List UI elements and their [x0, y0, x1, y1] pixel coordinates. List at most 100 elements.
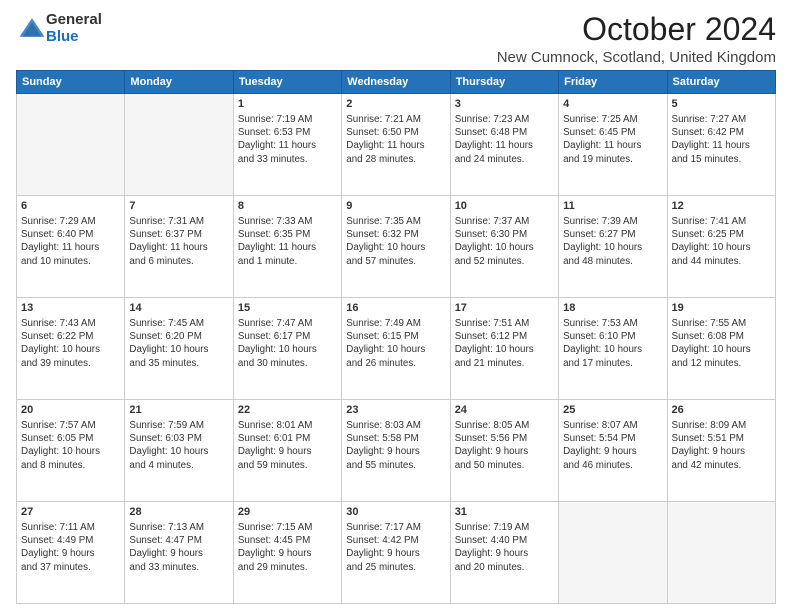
day-info: Sunrise: 7:25 AM Sunset: 6:45 PM Dayligh… [563, 113, 662, 166]
day-info: Sunrise: 7:15 AM Sunset: 4:45 PM Dayligh… [238, 521, 337, 574]
day-number: 5 [672, 97, 771, 112]
day-info: Sunrise: 7:51 AM Sunset: 6:12 PM Dayligh… [455, 317, 554, 370]
table-row: 19Sunrise: 7:55 AM Sunset: 6:08 PM Dayli… [667, 298, 775, 400]
title-block: October 2024 New Cumnock, Scotland, Unit… [497, 12, 776, 66]
day-number: 4 [563, 97, 662, 112]
table-row: 20Sunrise: 7:57 AM Sunset: 6:05 PM Dayli… [17, 400, 125, 502]
day-number: 18 [563, 301, 662, 316]
day-number: 26 [672, 403, 771, 418]
table-row: 10Sunrise: 7:37 AM Sunset: 6:30 PM Dayli… [450, 196, 558, 298]
table-row: 16Sunrise: 7:49 AM Sunset: 6:15 PM Dayli… [342, 298, 450, 400]
table-row: 5Sunrise: 7:27 AM Sunset: 6:42 PM Daylig… [667, 94, 775, 196]
col-friday: Friday [559, 71, 667, 94]
table-row: 3Sunrise: 7:23 AM Sunset: 6:48 PM Daylig… [450, 94, 558, 196]
day-number: 28 [129, 505, 228, 520]
day-number: 10 [455, 199, 554, 214]
table-row: 18Sunrise: 7:53 AM Sunset: 6:10 PM Dayli… [559, 298, 667, 400]
day-number: 21 [129, 403, 228, 418]
day-number: 14 [129, 301, 228, 316]
day-info: Sunrise: 8:09 AM Sunset: 5:51 PM Dayligh… [672, 419, 771, 472]
table-row [559, 502, 667, 604]
day-info: Sunrise: 7:41 AM Sunset: 6:25 PM Dayligh… [672, 215, 771, 268]
day-number: 17 [455, 301, 554, 316]
day-info: Sunrise: 7:29 AM Sunset: 6:40 PM Dayligh… [21, 215, 120, 268]
logo-general: General [46, 12, 102, 29]
day-info: Sunrise: 8:05 AM Sunset: 5:56 PM Dayligh… [455, 419, 554, 472]
day-info: Sunrise: 7:55 AM Sunset: 6:08 PM Dayligh… [672, 317, 771, 370]
table-row: 11Sunrise: 7:39 AM Sunset: 6:27 PM Dayli… [559, 196, 667, 298]
day-info: Sunrise: 8:03 AM Sunset: 5:58 PM Dayligh… [346, 419, 445, 472]
day-number: 27 [21, 505, 120, 520]
calendar-table: Sunday Monday Tuesday Wednesday Thursday… [16, 70, 776, 604]
day-number: 24 [455, 403, 554, 418]
day-info: Sunrise: 7:49 AM Sunset: 6:15 PM Dayligh… [346, 317, 445, 370]
col-sunday: Sunday [17, 71, 125, 94]
logo-icon [18, 15, 46, 43]
day-number: 31 [455, 505, 554, 520]
col-saturday: Saturday [667, 71, 775, 94]
day-info: Sunrise: 7:21 AM Sunset: 6:50 PM Dayligh… [346, 113, 445, 166]
table-row: 15Sunrise: 7:47 AM Sunset: 6:17 PM Dayli… [233, 298, 341, 400]
day-number: 23 [346, 403, 445, 418]
table-row: 1Sunrise: 7:19 AM Sunset: 6:53 PM Daylig… [233, 94, 341, 196]
day-number: 25 [563, 403, 662, 418]
table-row: 2Sunrise: 7:21 AM Sunset: 6:50 PM Daylig… [342, 94, 450, 196]
day-info: Sunrise: 7:11 AM Sunset: 4:49 PM Dayligh… [21, 521, 120, 574]
table-row: 13Sunrise: 7:43 AM Sunset: 6:22 PM Dayli… [17, 298, 125, 400]
day-info: Sunrise: 7:59 AM Sunset: 6:03 PM Dayligh… [129, 419, 228, 472]
table-row: 29Sunrise: 7:15 AM Sunset: 4:45 PM Dayli… [233, 502, 341, 604]
table-row: 28Sunrise: 7:13 AM Sunset: 4:47 PM Dayli… [125, 502, 233, 604]
table-row: 17Sunrise: 7:51 AM Sunset: 6:12 PM Dayli… [450, 298, 558, 400]
table-row: 26Sunrise: 8:09 AM Sunset: 5:51 PM Dayli… [667, 400, 775, 502]
day-info: Sunrise: 8:07 AM Sunset: 5:54 PM Dayligh… [563, 419, 662, 472]
location: New Cumnock, Scotland, United Kingdom [497, 49, 776, 66]
day-number: 8 [238, 199, 337, 214]
table-row: 8Sunrise: 7:33 AM Sunset: 6:35 PM Daylig… [233, 196, 341, 298]
day-number: 16 [346, 301, 445, 316]
day-info: Sunrise: 7:19 AM Sunset: 4:40 PM Dayligh… [455, 521, 554, 574]
table-row: 9Sunrise: 7:35 AM Sunset: 6:32 PM Daylig… [342, 196, 450, 298]
table-row [17, 94, 125, 196]
day-info: Sunrise: 7:35 AM Sunset: 6:32 PM Dayligh… [346, 215, 445, 268]
col-monday: Monday [125, 71, 233, 94]
table-row: 12Sunrise: 7:41 AM Sunset: 6:25 PM Dayli… [667, 196, 775, 298]
table-row: 31Sunrise: 7:19 AM Sunset: 4:40 PM Dayli… [450, 502, 558, 604]
day-info: Sunrise: 7:57 AM Sunset: 6:05 PM Dayligh… [21, 419, 120, 472]
day-info: Sunrise: 7:43 AM Sunset: 6:22 PM Dayligh… [21, 317, 120, 370]
logo-text: General Blue [46, 12, 102, 45]
day-number: 19 [672, 301, 771, 316]
table-row: 23Sunrise: 8:03 AM Sunset: 5:58 PM Dayli… [342, 400, 450, 502]
col-wednesday: Wednesday [342, 71, 450, 94]
table-row: 6Sunrise: 7:29 AM Sunset: 6:40 PM Daylig… [17, 196, 125, 298]
day-info: Sunrise: 7:17 AM Sunset: 4:42 PM Dayligh… [346, 521, 445, 574]
table-row: 27Sunrise: 7:11 AM Sunset: 4:49 PM Dayli… [17, 502, 125, 604]
day-info: Sunrise: 8:01 AM Sunset: 6:01 PM Dayligh… [238, 419, 337, 472]
col-tuesday: Tuesday [233, 71, 341, 94]
day-number: 13 [21, 301, 120, 316]
day-info: Sunrise: 7:45 AM Sunset: 6:20 PM Dayligh… [129, 317, 228, 370]
day-number: 7 [129, 199, 228, 214]
day-number: 15 [238, 301, 337, 316]
day-info: Sunrise: 7:23 AM Sunset: 6:48 PM Dayligh… [455, 113, 554, 166]
table-row: 30Sunrise: 7:17 AM Sunset: 4:42 PM Dayli… [342, 502, 450, 604]
day-info: Sunrise: 7:31 AM Sunset: 6:37 PM Dayligh… [129, 215, 228, 268]
day-number: 1 [238, 97, 337, 112]
col-thursday: Thursday [450, 71, 558, 94]
day-number: 3 [455, 97, 554, 112]
day-info: Sunrise: 7:53 AM Sunset: 6:10 PM Dayligh… [563, 317, 662, 370]
table-row: 25Sunrise: 8:07 AM Sunset: 5:54 PM Dayli… [559, 400, 667, 502]
day-number: 2 [346, 97, 445, 112]
day-info: Sunrise: 7:39 AM Sunset: 6:27 PM Dayligh… [563, 215, 662, 268]
day-number: 11 [563, 199, 662, 214]
header: General Blue October 2024 New Cumnock, S… [16, 12, 776, 66]
table-row [125, 94, 233, 196]
day-info: Sunrise: 7:13 AM Sunset: 4:47 PM Dayligh… [129, 521, 228, 574]
day-number: 9 [346, 199, 445, 214]
table-row [667, 502, 775, 604]
day-info: Sunrise: 7:19 AM Sunset: 6:53 PM Dayligh… [238, 113, 337, 166]
day-number: 20 [21, 403, 120, 418]
day-number: 29 [238, 505, 337, 520]
day-info: Sunrise: 7:27 AM Sunset: 6:42 PM Dayligh… [672, 113, 771, 166]
day-number: 22 [238, 403, 337, 418]
page: General Blue October 2024 New Cumnock, S… [0, 0, 792, 612]
